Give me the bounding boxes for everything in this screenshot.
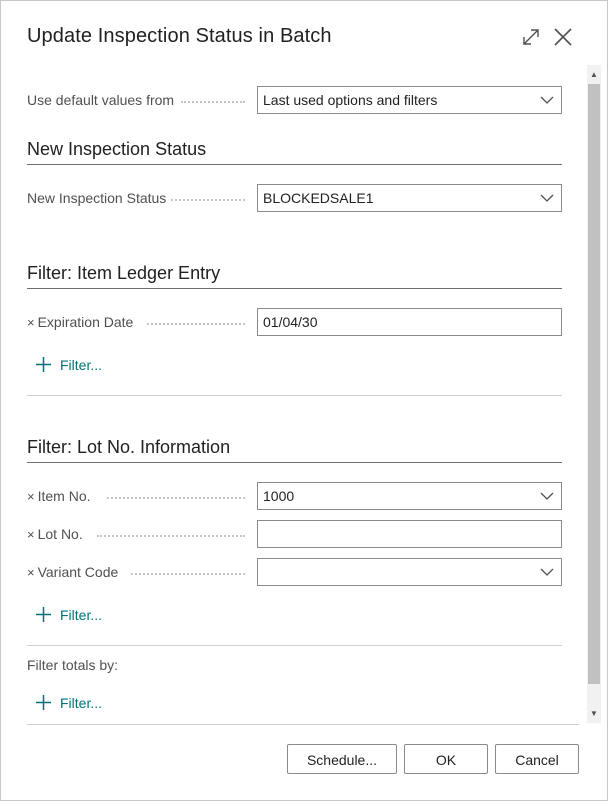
- section-title-item-ledger-entry: Filter: Item Ledger Entry: [27, 263, 221, 283]
- lot-no-label: Lot No.: [37, 526, 83, 542]
- item-no-select[interactable]: 1000: [257, 482, 562, 510]
- item-no-label-wrap: × Item No.: [27, 488, 91, 504]
- dotted-leader: [171, 199, 245, 201]
- variant-code-label-wrap: × Variant Code: [27, 564, 118, 580]
- default-values-row: Use default values from Last used option…: [27, 86, 562, 114]
- scroll-down-icon[interactable]: ▼: [588, 708, 600, 720]
- item-no-label: Item No.: [37, 488, 91, 504]
- chevron-down-icon: [540, 568, 554, 576]
- plus-icon: [36, 607, 51, 622]
- section-divider: [27, 288, 562, 289]
- close-icon[interactable]: [551, 25, 575, 49]
- chevron-down-icon: [540, 96, 554, 104]
- expiration-date-label-wrap: × Expiration Date: [27, 314, 133, 330]
- footer-divider: [27, 724, 579, 725]
- item-no-row: × Item No. 1000: [27, 482, 562, 510]
- remove-filter-icon[interactable]: ×: [27, 565, 35, 580]
- ok-button[interactable]: OK: [404, 744, 488, 774]
- plus-icon: [36, 357, 51, 372]
- section-title-new-inspection-status: New Inspection Status: [27, 139, 207, 159]
- default-values-label: Use default values from: [27, 92, 175, 108]
- scroll-up-icon[interactable]: ▲: [588, 69, 600, 81]
- expiration-date-value: 01/04/30: [263, 314, 318, 330]
- plus-icon: [36, 695, 51, 710]
- new-inspection-status-value: BLOCKEDSALE1: [263, 190, 374, 206]
- dotted-leader: [147, 323, 245, 325]
- update-inspection-status-dialog: Update Inspection Status in Batch Use de…: [0, 0, 608, 801]
- dotted-leader: [97, 535, 245, 537]
- new-inspection-status-select[interactable]: BLOCKEDSALE1: [257, 184, 562, 212]
- default-values-select[interactable]: Last used options and filters: [257, 86, 562, 114]
- chevron-down-icon: [540, 492, 554, 500]
- expiration-date-field[interactable]: 01/04/30: [257, 308, 562, 336]
- dialog-title: Update Inspection Status in Batch: [27, 25, 332, 47]
- dotted-leader: [131, 573, 245, 575]
- add-filter-label: Filter...: [60, 357, 103, 373]
- new-inspection-status-row: New Inspection Status BLOCKEDSALE1: [27, 184, 562, 212]
- default-values-value: Last used options and filters: [263, 92, 438, 108]
- lot-no-row: × Lot No.: [27, 520, 562, 548]
- dotted-leader: [107, 497, 245, 499]
- cancel-button[interactable]: Cancel: [495, 744, 579, 774]
- new-inspection-status-label: New Inspection Status: [27, 190, 167, 206]
- filter-totals-label: Filter totals by:: [27, 657, 119, 673]
- section-divider: [27, 462, 562, 463]
- remove-filter-icon[interactable]: ×: [27, 527, 35, 542]
- expand-icon[interactable]: [519, 25, 543, 49]
- add-filter-label: Filter...: [60, 607, 103, 623]
- scrollbar-thumb[interactable]: [588, 84, 600, 684]
- chevron-down-icon: [540, 194, 554, 202]
- expiration-date-label: Expiration Date: [37, 314, 134, 330]
- divider: [27, 395, 562, 396]
- remove-filter-icon[interactable]: ×: [27, 315, 35, 330]
- divider: [27, 645, 562, 646]
- dotted-leader: [181, 101, 245, 103]
- section-divider: [27, 164, 562, 165]
- lot-no-label-wrap: × Lot No.: [27, 526, 83, 542]
- expiration-date-row: × Expiration Date 01/04/30: [27, 308, 562, 336]
- lot-no-field[interactable]: [257, 520, 562, 548]
- add-filter-label: Filter...: [60, 695, 103, 711]
- section-title-lot-no-information: Filter: Lot No. Information: [27, 437, 231, 457]
- variant-code-select[interactable]: [257, 558, 562, 586]
- variant-code-row: × Variant Code: [27, 558, 562, 586]
- variant-code-label: Variant Code: [37, 564, 119, 580]
- schedule-button[interactable]: Schedule...: [287, 744, 397, 774]
- item-no-value: 1000: [263, 488, 295, 504]
- remove-filter-icon[interactable]: ×: [27, 489, 35, 504]
